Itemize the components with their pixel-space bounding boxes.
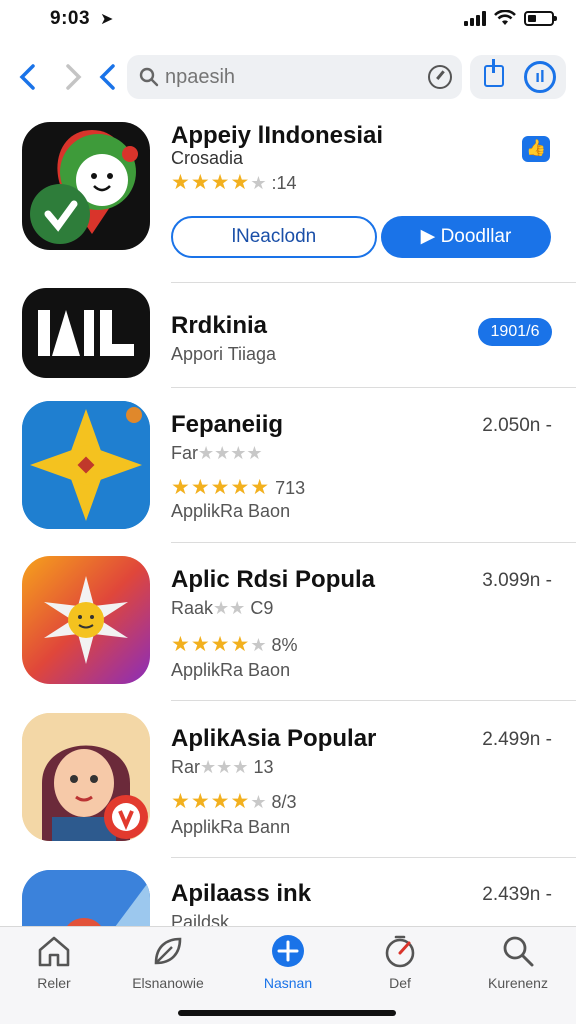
battery-icon (524, 10, 557, 26)
tab-label: Nasnan (263, 975, 313, 991)
chevron-right-icon (66, 64, 82, 90)
rating-count: 713 (275, 478, 306, 498)
tab-label: Def (389, 975, 411, 991)
star-rating-icon: ★★★ (200, 757, 249, 777)
app-title: Rrdkinia (171, 312, 268, 339)
chevron-left-icon (99, 64, 115, 90)
home-icon (38, 936, 70, 967)
app-rating: ★★★★★ :14 (171, 171, 297, 194)
star-rating-icon: ★★★★ (198, 443, 263, 463)
tab-updates[interactable]: Def (348, 933, 452, 991)
app-icon (22, 288, 150, 378)
star-rating-icon: ★★★★ (171, 633, 251, 656)
app-title: Appeiy lIndonesiai (171, 122, 384, 149)
app-subtitle: Paildsk (171, 912, 230, 926)
download-button[interactable]: ▶ Doodllar (381, 216, 551, 258)
app-subtitle: Rar★★★ 13 (171, 757, 274, 777)
tab-explore[interactable]: Elsnanowie (116, 933, 220, 991)
wifi-icon (494, 10, 516, 25)
plus-circle-icon (272, 935, 304, 967)
list-item[interactable]: Rrdkinia Appori Tiiaga 1901/6 (0, 288, 576, 384)
forward-button[interactable] (58, 60, 88, 94)
app-icon (22, 713, 150, 841)
list-item[interactable]: Aplic Rdsi Popula Raak★★ C9 ★★★★★ 8% App… (0, 556, 576, 686)
app-icon (22, 401, 150, 529)
divider (171, 542, 576, 543)
app-size: 2.499n - (482, 729, 552, 750)
divider (171, 282, 576, 283)
leaf-icon (154, 937, 182, 965)
tab-label: Reler (37, 975, 71, 991)
cellular-signal-icon (464, 10, 486, 26)
app-rating: ★★★★★ 8% (171, 633, 298, 656)
rating-count: 8% (271, 635, 298, 655)
list-item[interactable]: AplikAsia Popular Rar★★★ 13 ★★★★★ 8/3 Ap… (0, 713, 576, 843)
app-size: 2.050n - (482, 415, 552, 436)
rating-count: 8/3 (271, 792, 297, 812)
toolbar-actions: ıl (470, 55, 566, 99)
back-button[interactable] (12, 60, 42, 94)
app-icon (22, 870, 150, 926)
app-title: Aplic Rdsi Popula (171, 566, 376, 593)
app-category: ApplikRa Bann (171, 817, 291, 837)
app-subtitle: Crosadia (171, 148, 244, 168)
app-category: ApplikRa Baon (171, 501, 291, 521)
search-icon (139, 67, 159, 87)
app-size: 3.099n - (482, 570, 552, 591)
app-rating: ★★★★★ 713 (171, 475, 305, 500)
share-icon[interactable] (484, 59, 504, 87)
navigation-bar: ıl (0, 52, 576, 102)
tab-search[interactable]: Kurenenz (466, 933, 570, 991)
list-item[interactable]: Apilaass ink Paildsk 2.439n - (0, 870, 576, 926)
app-size: 2.439n - (482, 884, 552, 905)
app-subtitle: Raak★★ C9 (171, 598, 274, 618)
star-rating-icon: ★★★★ (171, 171, 251, 194)
app-icon (22, 122, 150, 250)
collapse-button[interactable] (92, 60, 122, 94)
star-rating-icon: ★★★★ (171, 790, 251, 813)
location-arrow-icon: ➤ (100, 11, 114, 28)
app-subtitle: Far★★★★ (171, 443, 263, 463)
tab-label: Elsnanowie (132, 975, 204, 991)
list-item[interactable]: Appeiy lIndonesiai Crosadia ★★★★★ :14 👍 … (0, 122, 576, 282)
app-category: ApplikRa Baon (171, 660, 291, 680)
thumbs-up-icon[interactable]: 👍 (522, 136, 550, 162)
status-icons (464, 10, 557, 26)
divider (171, 857, 576, 858)
app-rating: ★★★★★ 8/3 (171, 790, 297, 813)
gauge-icon (385, 935, 415, 968)
play-icon: ▶ (420, 226, 436, 247)
star-rating-icon: ★★ (213, 598, 246, 618)
app-subtitle: Appori Tiiaga (171, 344, 277, 364)
app-title: Apilaass ink (171, 880, 312, 907)
search-input[interactable] (165, 65, 415, 89)
tab-new[interactable]: Nasnan (236, 933, 340, 991)
divider (171, 387, 576, 388)
rating-count: :14 (271, 173, 297, 193)
search-icon (503, 936, 534, 967)
install-button[interactable]: lNeaclodn (171, 216, 377, 258)
chevron-left-icon (19, 64, 35, 90)
divider (171, 700, 576, 701)
app-title: AplikAsia Popular (171, 725, 377, 752)
gauge-icon[interactable] (428, 65, 452, 89)
list-item[interactable]: Fepaneiig Far★★★★ ★★★★★ 713 ApplikRa Bao… (0, 401, 576, 531)
home-indicator (178, 1010, 396, 1016)
app-title: Fepaneiig (171, 411, 284, 438)
tab-label: Kurenenz (488, 975, 548, 991)
status-bar: 9:03 ➤ (0, 0, 576, 40)
status-badge[interactable]: 1901/6 (478, 318, 552, 346)
profile-circle-icon[interactable]: ıl (524, 61, 556, 93)
status-time: 9:03 (50, 8, 91, 29)
star-rating-icon: ★★★★★ (171, 476, 271, 499)
search-bar[interactable] (127, 55, 462, 99)
tab-home[interactable]: Reler (2, 933, 106, 991)
app-icon (22, 556, 150, 684)
